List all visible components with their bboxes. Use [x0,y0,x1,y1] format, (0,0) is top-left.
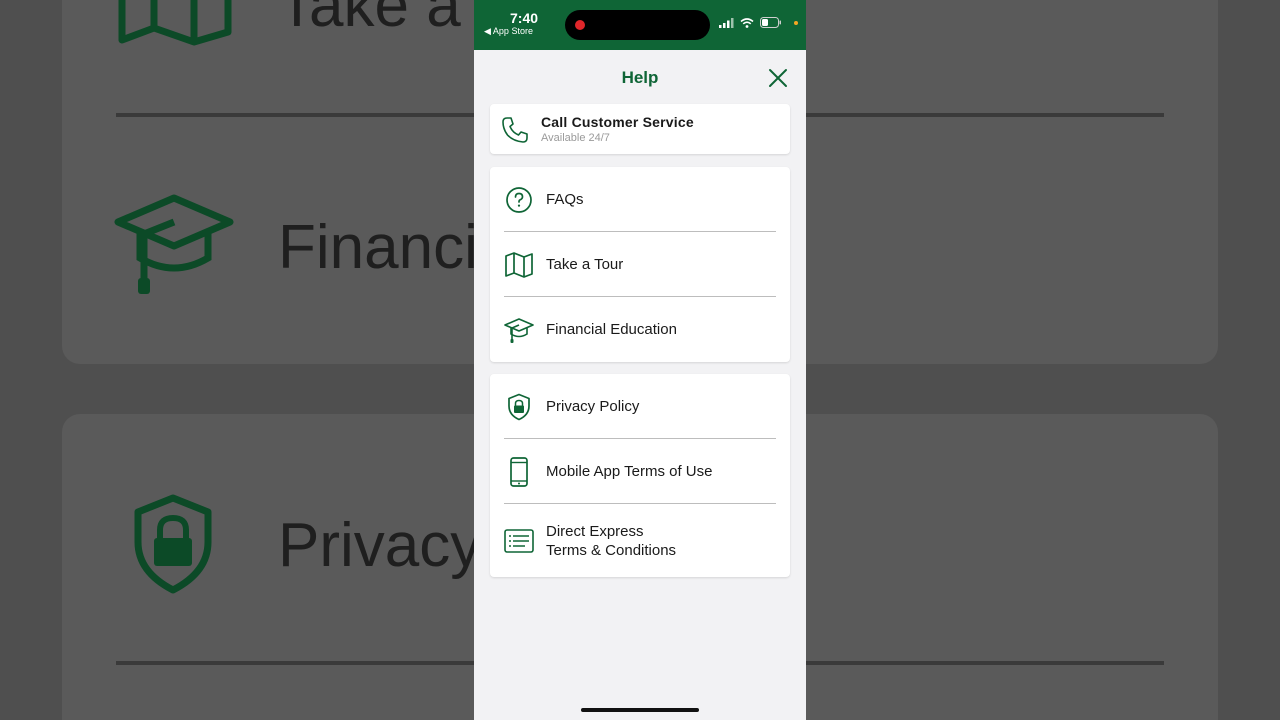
home-indicator[interactable] [581,708,699,712]
menu-item-label: Privacy Policy [546,398,640,415]
menu-item-mobile-app-terms[interactable]: Mobile App Terms of Use [490,439,790,504]
legal-documents-group: Privacy Policy Mobile App Terms of Use D… [490,374,790,577]
menu-item-direct-express-terms[interactable]: Direct Express Terms & Conditions [490,504,790,577]
menu-item-label: Direct Express Terms & Conditions [546,522,676,560]
close-icon[interactable] [768,68,788,88]
background-text-privacy: Privacy [278,511,482,580]
menu-item-financial-education[interactable]: Financial Education [490,297,790,362]
background-map-icon [118,0,232,46]
mobile-phone-icon [504,456,534,487]
phone-icon [502,117,528,143]
background-shield-lock-icon [134,494,212,594]
call-customer-service-button[interactable]: Call Customer Service Available 24/7 [490,104,790,154]
question-circle-icon [504,185,534,215]
status-bar: 7:40 ◀ App Store [474,0,806,50]
shield-lock-icon [504,392,534,422]
menu-item-privacy-policy[interactable]: Privacy Policy [490,374,790,439]
background-graduation-cap-icon [114,194,234,294]
back-to-app-store-link[interactable]: ◀ App Store [484,26,533,37]
map-icon [504,250,534,280]
call-customer-service-label: Call Customer Service [541,114,694,130]
battery-icon [760,17,781,28]
recording-indicator [575,20,585,30]
menu-item-faqs[interactable]: FAQs [490,167,790,232]
cellular-signal-icon [719,17,734,28]
page-title: Help [621,68,659,87]
privacy-indicator-dot [794,20,798,25]
menu-item-label: Financial Education [546,321,677,338]
status-time: 7:40 [510,10,539,26]
dynamic-island [565,10,710,40]
menu-item-take-a-tour[interactable]: Take a Tour [490,232,790,297]
document-list-icon [504,526,534,556]
menu-item-label-line1: Direct Express [546,522,644,540]
menu-item-label-line2: Terms & Conditions [546,541,677,559]
menu-item-label: FAQs [546,191,584,208]
availability-text: Available 24/7 [541,132,610,144]
phone-screen: 7:40 ◀ App Store Help Call Customer Serv… [474,0,806,720]
menu-item-label: Take a Tour [546,256,624,273]
menu-item-label: Mobile App Terms of Use [546,463,713,480]
help-resources-group: FAQs Take a Tour Financial Education [490,167,790,362]
header: Help [474,50,806,104]
status-icons [719,17,798,28]
graduation-cap-icon [504,315,534,345]
wifi-icon [740,17,754,28]
